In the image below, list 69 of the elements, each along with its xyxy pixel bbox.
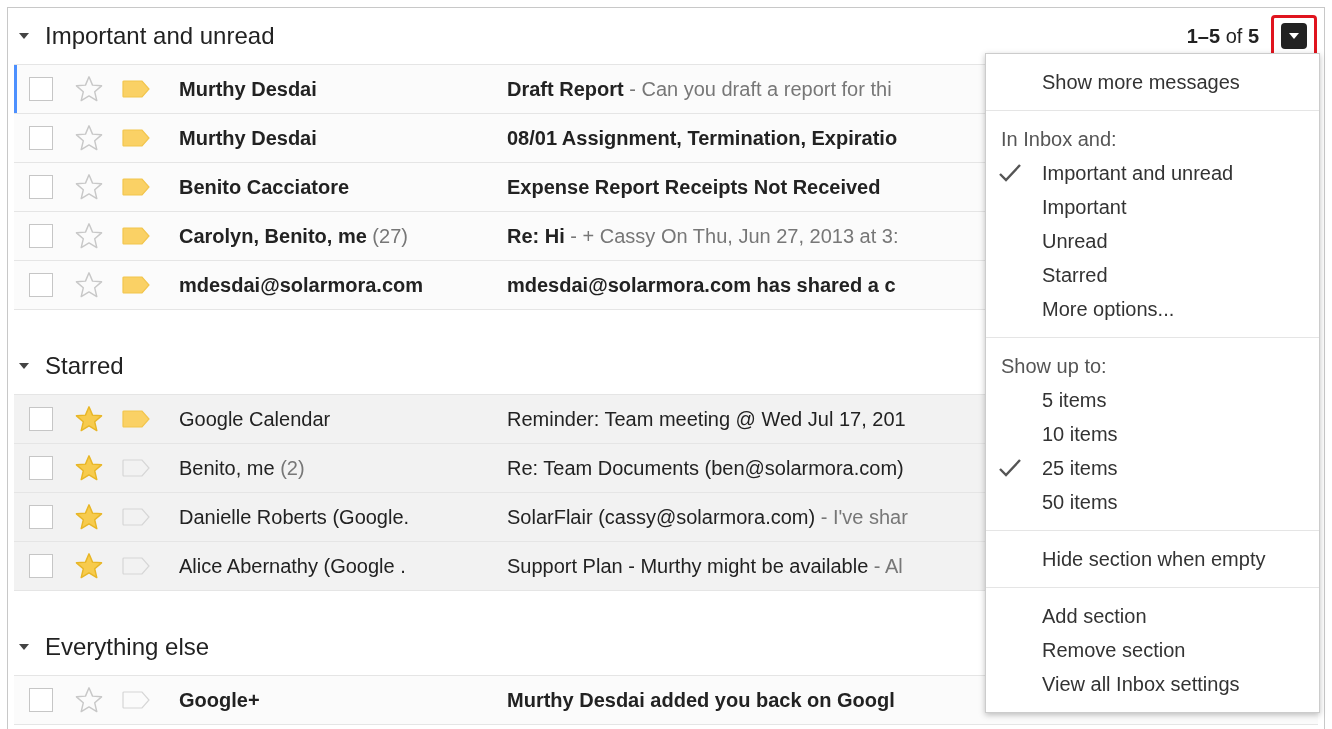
caret-icon[interactable]	[19, 644, 29, 650]
message-subject: mdesdai@solarmora.com has shared a c	[507, 274, 896, 296]
importance-marker-icon[interactable]	[122, 410, 150, 428]
importance-marker-icon[interactable]	[122, 227, 150, 245]
star-icon[interactable]	[74, 124, 104, 152]
caret-icon[interactable]	[19, 363, 29, 369]
menu-item[interactable]: Add section	[986, 599, 1319, 633]
checkbox[interactable]	[29, 126, 53, 150]
dropdown-icon	[1281, 23, 1307, 49]
sender-name: Danielle Roberts (Google.	[179, 506, 410, 528]
message-subject: Re: Hi - + Cassy On Thu, Jun 27, 2013 at 3:	[507, 225, 899, 247]
section-title: Important and unread	[45, 21, 275, 51]
importance-marker-icon[interactable]	[122, 508, 150, 526]
importance-marker-icon[interactable]	[122, 459, 150, 477]
message-subject: Expense Report Receipts Not Received	[507, 176, 881, 198]
checkbox[interactable]	[29, 77, 53, 101]
checkbox[interactable]	[29, 505, 53, 529]
menu-item[interactable]: Unread	[986, 224, 1319, 258]
star-icon[interactable]	[74, 686, 104, 714]
menu-heading: In Inbox and:	[1000, 127, 1118, 152]
star-icon[interactable]	[74, 173, 104, 201]
menu-item[interactable]: Show more messages	[986, 65, 1319, 99]
sender-name: mdesdai@solarmora.com	[179, 274, 424, 296]
message-subject: Draft Report - Can you draft a report for thi	[507, 78, 892, 100]
sender-name: Alice Abernathy (Google .	[179, 555, 406, 577]
menu-item[interactable]: 25 items	[986, 451, 1319, 485]
menu-item[interactable]: Remove section	[986, 633, 1319, 667]
star-icon[interactable]	[74, 503, 104, 531]
importance-marker-icon[interactable]	[122, 80, 150, 98]
checkbox[interactable]	[29, 688, 53, 712]
star-icon[interactable]	[74, 454, 104, 482]
checkmark-icon	[999, 459, 1021, 477]
importance-marker-icon[interactable]	[122, 129, 150, 147]
checkbox[interactable]	[29, 224, 53, 248]
star-icon[interactable]	[74, 552, 104, 580]
importance-marker-icon[interactable]	[122, 691, 150, 709]
menu-item[interactable]: Starred	[986, 258, 1319, 292]
caret-icon[interactable]	[19, 33, 29, 39]
sender-name: Benito Cacciatore	[179, 176, 350, 198]
star-icon[interactable]	[74, 75, 104, 103]
importance-marker-icon[interactable]	[122, 276, 150, 294]
message-subject: Support Plan - Murthy might be available - Al	[507, 555, 903, 577]
star-icon[interactable]	[74, 405, 104, 433]
checkbox[interactable]	[29, 407, 53, 431]
menu-item[interactable]: Hide section when empty	[986, 542, 1319, 576]
message-subject: Murthy Desdai added you back on Googl	[507, 689, 895, 711]
section-title: Everything else	[45, 632, 210, 662]
message-subject: SolarFlair (cassy@solarmora.com) - I've shar	[507, 506, 908, 528]
message-subject: 08/01 Assignment, Termination, Expiratio	[507, 127, 898, 149]
sender-name: Carolyn, Benito, me (27)	[179, 225, 408, 247]
message-subject: Reminder: Team meeting @ Wed Jul 17, 201	[507, 408, 906, 430]
sender-name: Google Calendar	[179, 408, 331, 430]
importance-marker-icon[interactable]	[122, 557, 150, 575]
sender-name: Murthy Desdai	[179, 78, 317, 100]
sender-name: Murthy Desdai	[179, 127, 317, 149]
menu-heading: Show up to:	[1000, 354, 1108, 379]
page-count: 1–5 of 5	[1186, 24, 1259, 49]
message-subject: Re: Team Documents (ben@solarmora.com)	[507, 457, 904, 479]
checkmark-icon	[999, 164, 1021, 182]
checkbox[interactable]	[29, 456, 53, 480]
sender-name: Google+	[179, 689, 260, 711]
section-title: Starred	[45, 351, 124, 381]
star-icon[interactable]	[74, 271, 104, 299]
checkbox[interactable]	[29, 554, 53, 578]
checkbox[interactable]	[29, 175, 53, 199]
star-icon[interactable]	[74, 222, 104, 250]
sender-name: Benito, me (2)	[179, 457, 305, 479]
checkbox[interactable]	[29, 273, 53, 297]
importance-marker-icon[interactable]	[122, 178, 150, 196]
